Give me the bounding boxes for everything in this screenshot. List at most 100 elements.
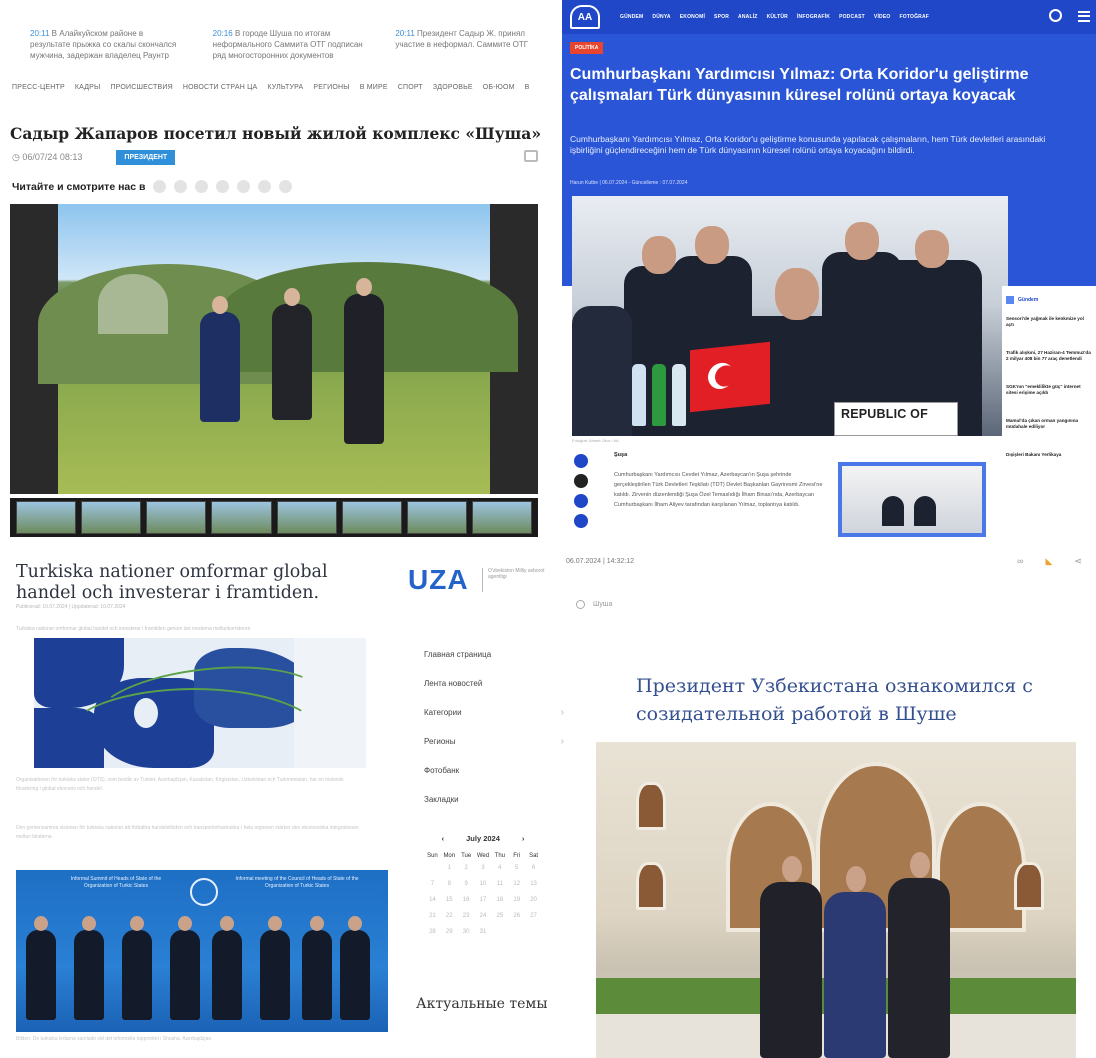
calendar-day[interactable]: 20 (525, 897, 542, 903)
nav-item[interactable]: EKONOMİ (680, 14, 705, 20)
nav-item[interactable]: РЕГИОНЫ (313, 84, 349, 91)
sidebar-news-item[interactable]: Sensori'de yağmak ile kenkmize yol açtı (1006, 316, 1092, 328)
calendar-day[interactable]: 18 (491, 897, 508, 903)
calendar-day[interactable]: 1 (441, 865, 458, 871)
vk-icon[interactable] (195, 180, 209, 193)
nav-item[interactable]: КАДРЫ (75, 84, 101, 91)
telegram-icon[interactable] (237, 180, 251, 193)
main-photo[interactable] (596, 742, 1076, 1058)
nav-item[interactable]: ANALİZ (738, 14, 758, 20)
calendar-day[interactable]: 13 (525, 881, 542, 887)
calendar-day[interactable]: 5 (508, 865, 525, 871)
ticker-item[interactable]: 20:16 В городе Шуша по итогам неформальн… (213, 28, 366, 61)
nav-item[interactable]: СПОРТ (398, 84, 423, 91)
summit-photo[interactable]: Informal Summit of Heads of State of the… (16, 870, 388, 1032)
nav-item[interactable]: ЗДОРОВЬЕ (433, 84, 473, 91)
calendar-day[interactable]: 8 (441, 881, 458, 887)
thumbnail[interactable] (81, 501, 142, 534)
sidebar-menu-item[interactable]: Регионы › (424, 727, 564, 756)
calendar-day[interactable]: 22 (441, 913, 458, 919)
calendar-day[interactable]: 15 (441, 897, 458, 903)
thumbnail[interactable] (341, 501, 402, 534)
nav-item[interactable]: PODCAST (839, 14, 865, 20)
calendar-day[interactable]: 11 (491, 881, 508, 887)
related-photo[interactable] (838, 462, 986, 537)
facebook-icon[interactable] (574, 454, 588, 468)
sidebar-news-item[interactable]: Mamul'da çıkan orman yangınına müdahale … (1006, 418, 1092, 430)
thumbnail[interactable] (211, 501, 272, 534)
facebook-icon[interactable] (153, 180, 167, 193)
sidebar-news-item[interactable]: Dışişleri Bakanı Yerlikaya (1006, 452, 1092, 458)
calendar-day[interactable]: 3 (475, 865, 492, 871)
thumbnail[interactable] (406, 501, 467, 534)
next-month-icon[interactable]: › (522, 834, 525, 843)
calendar-day[interactable]: 9 (458, 881, 475, 887)
nav-item[interactable]: КУЛЬТУРА (267, 84, 303, 91)
previous-month-icon[interactable]: ‹ (442, 834, 445, 843)
nav-item[interactable]: DÜNYA (652, 14, 670, 20)
main-photo[interactable] (10, 204, 538, 494)
sidebar-menu-item[interactable]: Категории › (424, 698, 564, 727)
calendar-day[interactable]: 19 (508, 897, 525, 903)
sidebar-news-item[interactable]: Trafik alışkıni, 27 Haziran-4 Temmuz'da … (1006, 350, 1092, 362)
ticker-item[interactable]: 20:11 Президент Садыр Ж. принял участие … (395, 28, 548, 61)
hamburger-menu-icon[interactable] (1078, 11, 1090, 22)
calendar-day[interactable]: 23 (458, 913, 475, 919)
calendar-day[interactable]: 31 (475, 929, 492, 935)
calendar-day[interactable]: 21 (424, 913, 441, 919)
calendar-day[interactable]: 4 (491, 865, 508, 871)
nav-item[interactable]: İNFOGRAFİK (797, 14, 830, 20)
calendar-day[interactable]: 25 (491, 913, 508, 919)
aa-logo[interactable]: AA (570, 5, 600, 29)
thumbnail[interactable] (276, 501, 337, 534)
nav-item[interactable]: FOTOĞRAF (899, 14, 929, 20)
calendar-day[interactable]: 2 (458, 865, 475, 871)
search-field[interactable]: Шуша (576, 600, 612, 609)
comment-icon[interactable] (524, 150, 538, 162)
nav-item[interactable]: ПРЕСС-ЦЕНТР (12, 84, 65, 91)
nav-item[interactable]: НОВОСТИ СТРАН ЦА (183, 84, 257, 91)
calendar-day[interactable]: 24 (475, 913, 492, 919)
calendar-day[interactable]: 6 (525, 865, 542, 871)
calendar-day[interactable]: 28 (424, 929, 441, 935)
calendar-day[interactable]: 29 (441, 929, 458, 935)
sidebar-news-item[interactable]: SGK'nın "emeklilikte güç" internet sites… (1006, 384, 1092, 396)
nav-item[interactable]: SPOR (714, 14, 729, 20)
search-icon[interactable] (1049, 9, 1062, 22)
thumbnail[interactable] (471, 501, 532, 534)
glasses-icon[interactable]: ∞ (1017, 556, 1023, 567)
nav-item[interactable]: VİDEO (874, 14, 891, 20)
calendar-day[interactable]: 12 (508, 881, 525, 887)
main-photo[interactable]: REPUBLIC OF (572, 196, 1008, 436)
calendar-day[interactable]: 30 (458, 929, 475, 935)
twitter-icon[interactable] (174, 180, 188, 193)
sidebar-menu-item[interactable]: Главная страница (424, 640, 564, 669)
nav-item[interactable]: В (525, 84, 530, 91)
nav-item[interactable]: В МИРЕ (360, 84, 388, 91)
instagram-icon[interactable] (279, 180, 293, 193)
linkedin-icon[interactable] (574, 494, 588, 508)
sidebar-menu-item[interactable]: Закладки (424, 785, 564, 814)
ok-icon[interactable] (258, 180, 272, 193)
calendar-day[interactable]: 10 (475, 881, 492, 887)
calendar-day[interactable]: 27 (525, 913, 542, 919)
nav-item[interactable]: KÜLTÜR (767, 14, 788, 20)
calendar-day[interactable]: 17 (475, 897, 492, 903)
corridor-map[interactable] (34, 638, 366, 768)
nav-item[interactable]: GÜNDEM (620, 14, 643, 20)
rss-icon[interactable]: ◣ (1046, 556, 1053, 567)
youtube-icon[interactable] (216, 180, 230, 193)
category-badge[interactable]: ПРЕЗИДЕНТ (116, 150, 176, 165)
thumbnail[interactable] (16, 501, 77, 534)
x-icon[interactable] (574, 474, 588, 488)
sidebar-menu-item[interactable]: Фотобанк (424, 756, 564, 785)
nav-item[interactable]: ОБ-ЮОМ (483, 84, 515, 91)
ticker-item[interactable]: 20:11 В Алайкуйском районе в результате … (30, 28, 183, 61)
calendar-day[interactable]: 14 (424, 897, 441, 903)
share-icon[interactable]: ⋖ (1074, 556, 1082, 567)
calendar-day[interactable]: 7 (424, 881, 441, 887)
telegram-icon[interactable] (574, 514, 588, 528)
uza-logo[interactable]: UZA (408, 564, 469, 596)
thumbnail[interactable] (146, 501, 207, 534)
category-badge[interactable]: POLİTİKA (570, 42, 604, 54)
